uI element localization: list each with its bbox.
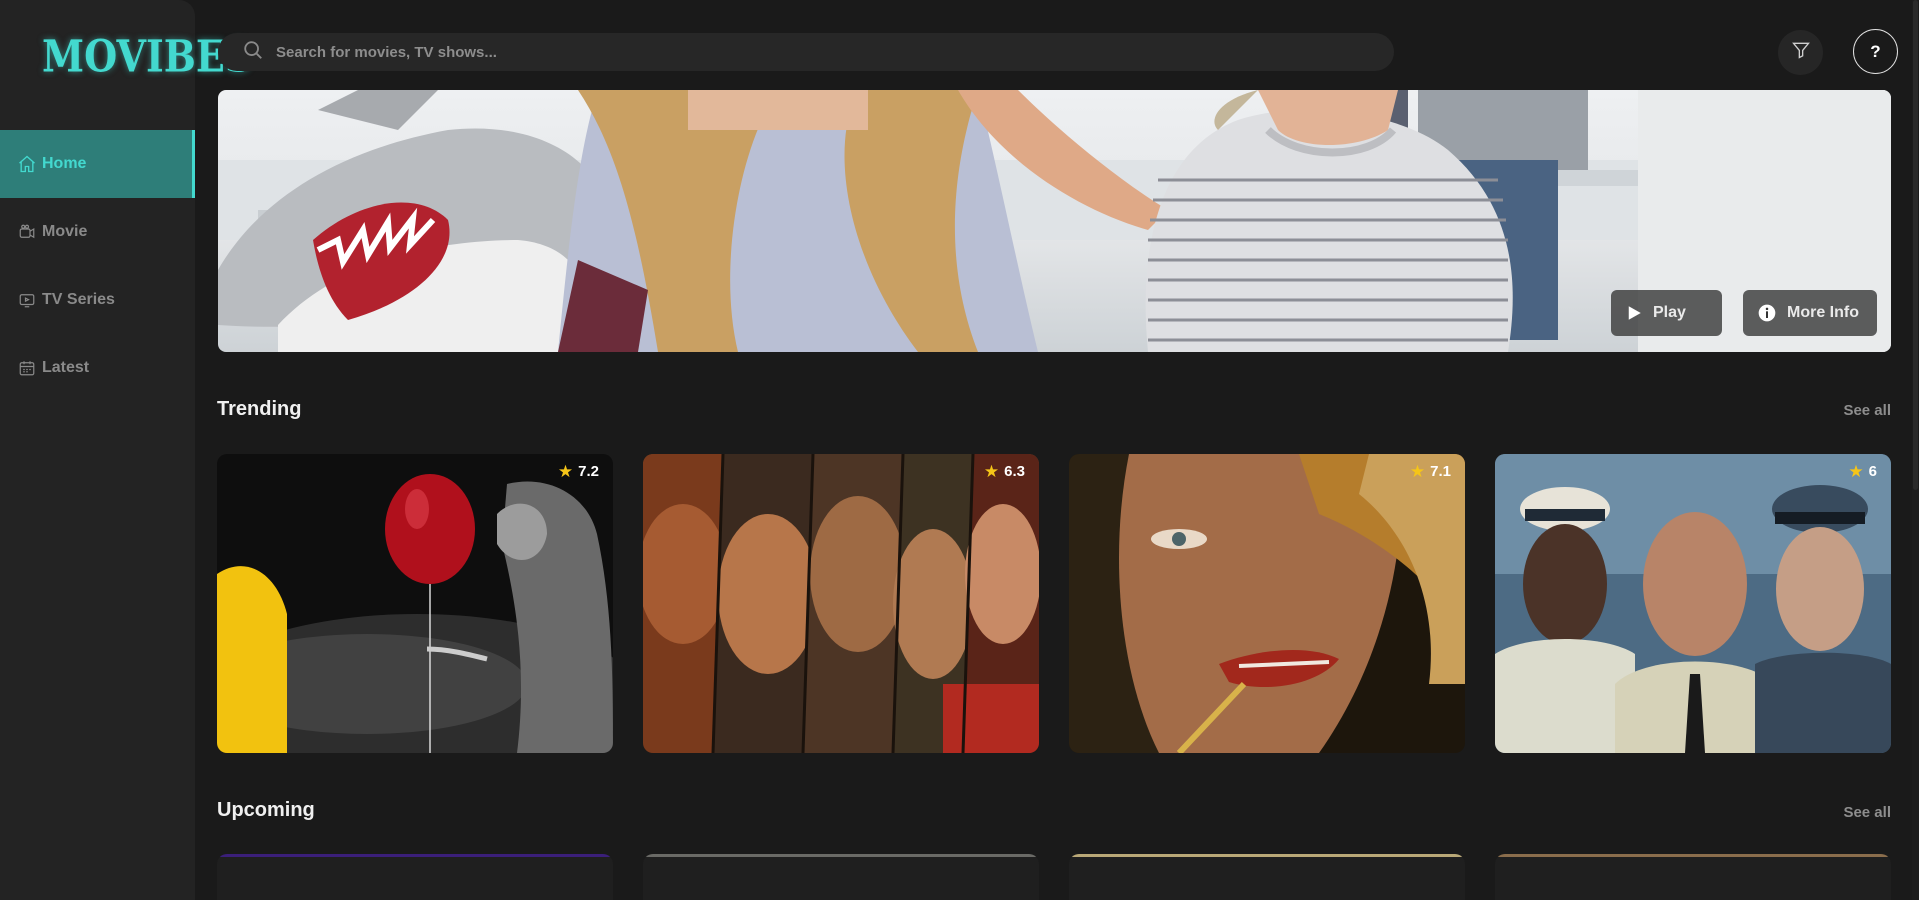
trending-title: Trending — [217, 398, 302, 420]
upcoming-card[interactable] — [643, 854, 1039, 900]
upcoming-see-all-link[interactable]: See all — [1843, 804, 1891, 821]
poster-image — [1495, 854, 1891, 857]
trending-card[interactable]: ★ 6.3 — [643, 454, 1039, 753]
more-info-label: More Info — [1787, 304, 1859, 321]
filter-button[interactable] — [1778, 30, 1823, 75]
filter-icon — [1791, 40, 1811, 65]
sidebar-item-movie[interactable]: Movie — [0, 198, 195, 266]
app-logo[interactable]: MOVIBES — [42, 30, 252, 83]
home-icon — [16, 153, 38, 175]
upcoming-card[interactable] — [217, 854, 613, 900]
more-info-button[interactable]: More Info — [1743, 290, 1877, 336]
sidebar-item-label: Latest — [42, 359, 90, 376]
sidebar-nav: Home Movie TV Series Latest — [0, 130, 195, 402]
rating-value: 6 — [1868, 463, 1877, 480]
search-input[interactable]: Search for movies, TV shows... — [276, 44, 497, 61]
search-icon — [242, 39, 264, 66]
hero-banner[interactable]: Play More Info — [218, 90, 1891, 352]
sidebar-item-home[interactable]: Home — [0, 130, 195, 198]
poster-image — [1069, 854, 1465, 857]
sidebar-item-label: Movie — [42, 223, 88, 240]
star-icon: ★ — [1848, 462, 1864, 481]
play-label: Play — [1653, 304, 1686, 321]
play-button[interactable]: Play — [1611, 290, 1722, 336]
sidebar-item-tv-series[interactable]: TV Series — [0, 266, 195, 334]
info-icon — [1757, 303, 1777, 323]
rating-badge: ★ 7.1 — [1410, 463, 1451, 480]
upcoming-card[interactable] — [1069, 854, 1465, 900]
upcoming-card[interactable] — [1495, 854, 1891, 900]
upcoming-title: Upcoming — [217, 799, 315, 821]
sidebar-item-latest[interactable]: Latest — [0, 334, 195, 402]
rating-badge: ★ 6 — [1848, 463, 1877, 480]
star-icon: ★ — [557, 462, 574, 481]
trending-card[interactable]: ★ 7.2 — [217, 454, 613, 753]
rating-value: 7.2 — [578, 463, 599, 480]
tv-icon — [16, 289, 38, 311]
scrollbar-thumb[interactable] — [1913, 0, 1918, 490]
help-button[interactable]: ? — [1853, 29, 1898, 74]
trending-card[interactable]: ★ 6 — [1495, 454, 1891, 753]
video-camera-icon — [16, 221, 38, 243]
trending-card[interactable]: ★ 7.1 — [1069, 454, 1465, 753]
calendar-icon — [16, 357, 38, 379]
trending-see-all-link[interactable]: See all — [1843, 402, 1891, 419]
rating-badge: ★ 6.3 — [984, 463, 1025, 480]
search-bar[interactable]: Search for movies, TV shows... — [218, 33, 1394, 71]
play-icon — [1625, 304, 1643, 322]
poster-image — [217, 854, 613, 857]
poster-image — [643, 454, 1039, 753]
poster-image — [217, 454, 613, 753]
star-icon: ★ — [1409, 462, 1426, 481]
rating-value: 6.3 — [1004, 463, 1025, 480]
sidebar-item-label: Home — [42, 155, 87, 172]
poster-image — [1069, 454, 1465, 753]
rating-value: 7.1 — [1430, 463, 1451, 480]
sidebar: MOVIBES Home Movie TV Series Latest — [0, 0, 252, 900]
poster-image — [1495, 454, 1891, 753]
rating-badge: ★ 7.2 — [558, 463, 599, 480]
sidebar-item-label: TV Series — [42, 291, 115, 308]
poster-image — [643, 854, 1039, 857]
star-icon: ★ — [983, 462, 1000, 481]
